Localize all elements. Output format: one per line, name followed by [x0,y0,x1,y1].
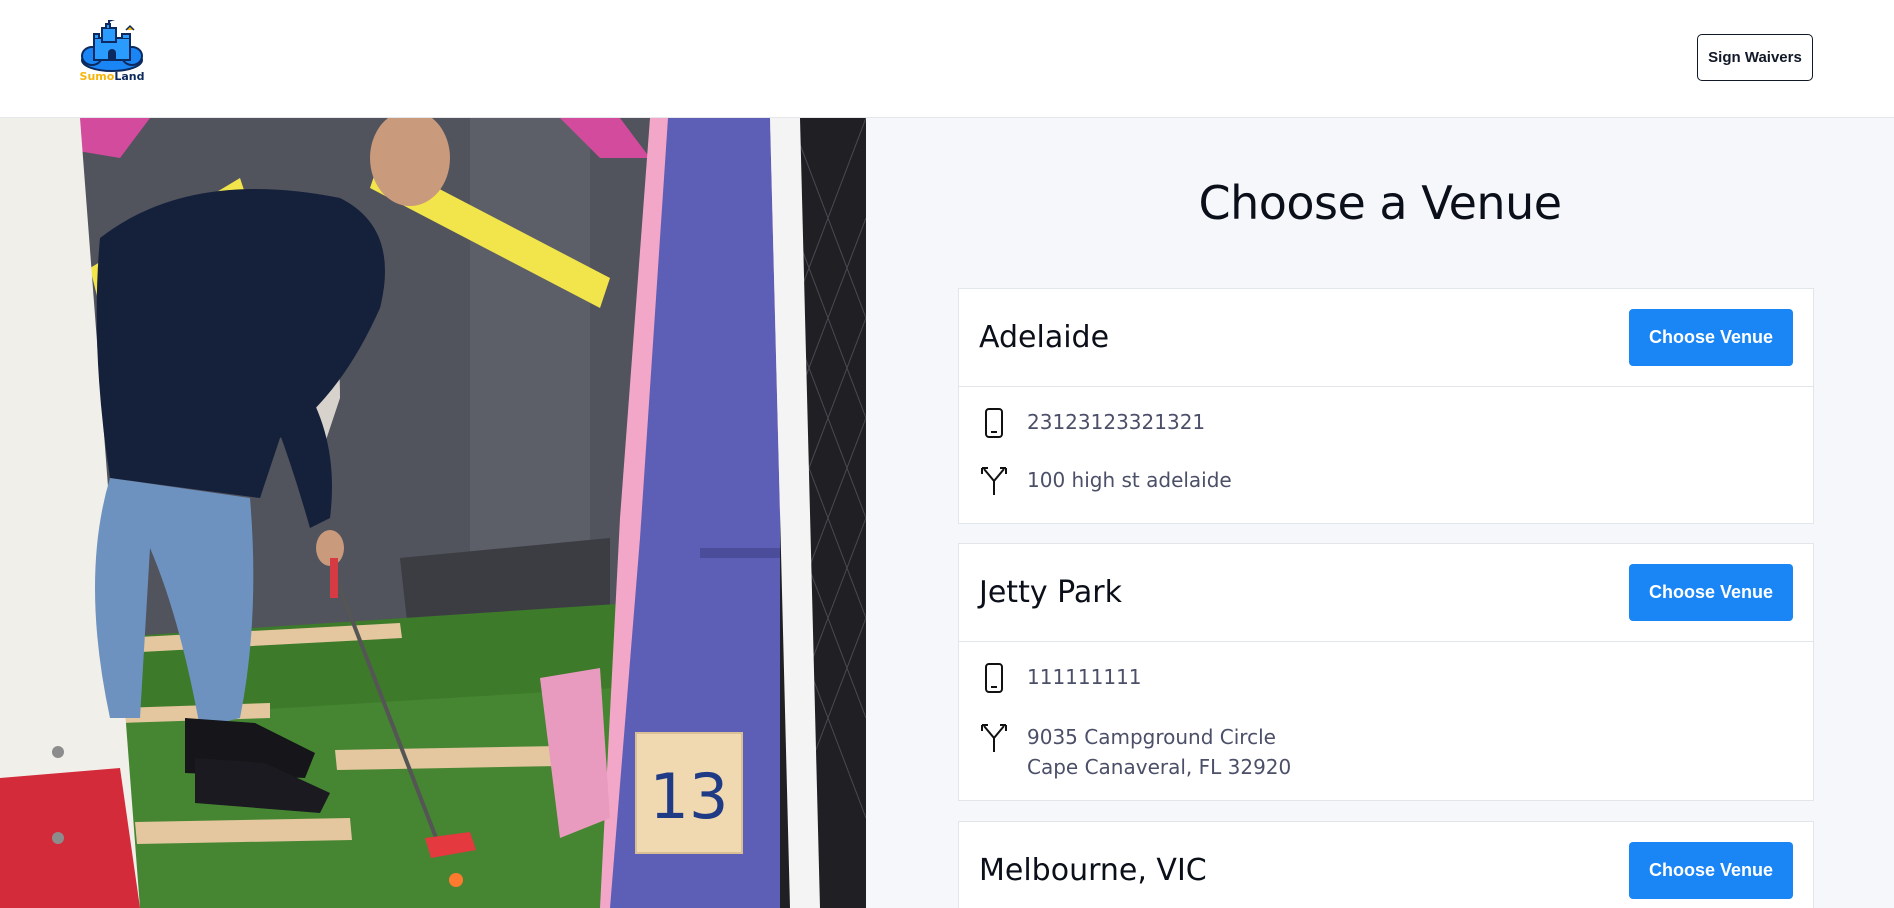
venue-name: Adelaide [979,320,1110,355]
venue-phone-row: 23123123321321 [979,407,1205,439]
logo-word-land: Land [114,70,145,83]
venue-phone: 111111111 [1027,665,1142,689]
venue-card: Jetty Park Choose Venue 111111111 9035 C… [958,543,1814,801]
venue-address: 9035 Campground Circle Cape Canaveral, F… [1027,722,1291,782]
castle-logo-icon [81,20,143,72]
hole-number-text: 13 [650,760,729,833]
venue-name: Jetty Park [979,575,1122,610]
mini-golf-photo: 13 [0,118,866,908]
venue-address: 100 high st adelaide [1027,465,1232,495]
venue-address-line-1: 9035 Campground Circle [1027,725,1276,749]
directions-icon [981,724,1007,752]
venue-header: Melbourne, VIC Choose Venue [959,822,1813,908]
venue-address-line-1: 100 high st adelaide [1027,468,1232,492]
logo-wordmark: SumoLand [78,70,146,84]
choose-venue-button[interactable]: Choose Venue [1629,309,1793,366]
venue-phone: 23123123321321 [1027,410,1206,434]
venue-address-line-2: Cape Canaveral, FL 32920 [1027,755,1292,779]
venue-panel: Choose a Venue Adelaide Choose Venue 231… [866,118,1894,908]
venue-header: Adelaide Choose Venue [959,289,1813,387]
phone-icon [985,408,1003,438]
hero-image: 13 [0,118,866,908]
venue-card: Melbourne, VIC Choose Venue [958,821,1814,908]
directions-icon [981,467,1007,495]
venue-card: Adelaide Choose Venue 23123123321321 100… [958,288,1814,524]
venue-address-row: 100 high st adelaide [979,465,1232,497]
choose-venue-button[interactable]: Choose Venue [1629,842,1793,899]
phone-icon [985,663,1003,693]
venue-phone-row: 111111111 [979,662,1142,694]
choose-venue-button[interactable]: Choose Venue [1629,564,1793,621]
top-navbar: SumoLand Sign Waivers [0,0,1894,118]
sign-waivers-button[interactable]: Sign Waivers [1697,34,1813,81]
sumoland-logo[interactable]: SumoLand [78,20,146,86]
venue-address-row: 9035 Campground Circle Cape Canaveral, F… [979,722,1291,782]
venue-name: Melbourne, VIC [979,853,1207,888]
logo-word-sumo: Sumo [79,70,115,83]
venue-header: Jetty Park Choose Venue [959,544,1813,642]
page-title: Choose a Venue [1198,176,1562,230]
